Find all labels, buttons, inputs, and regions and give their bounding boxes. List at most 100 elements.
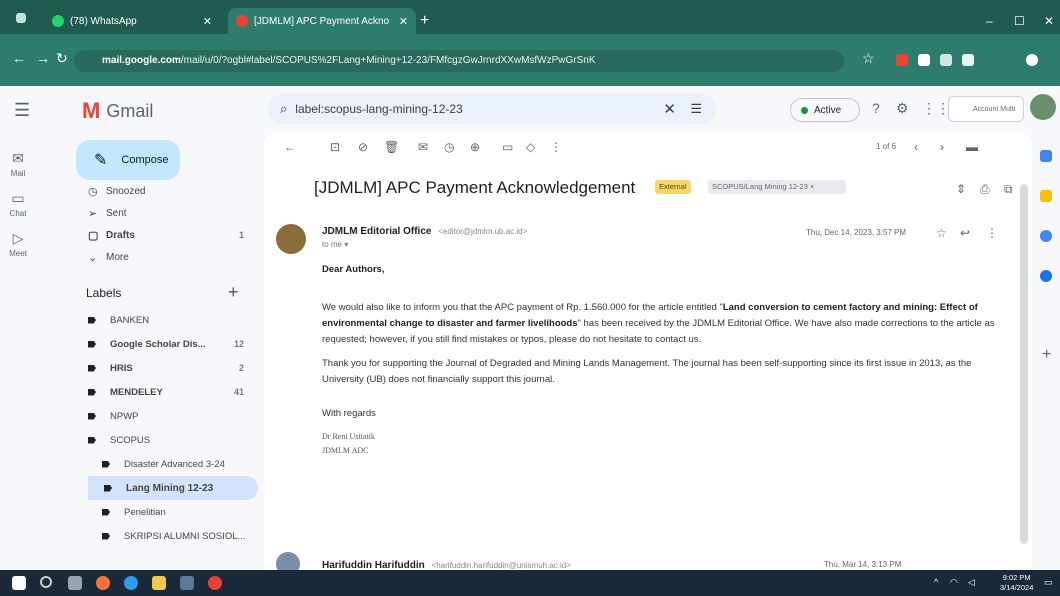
keyboard-icon[interactable]: ▬ [966, 140, 978, 154]
url-path: /mail/u/0/?ogbl#label/SCOPUS%2FLang+Mini… [180, 55, 596, 66]
close-tab-icon[interactable]: ✕ [399, 15, 408, 28]
mark-unread-icon[interactable]: ✉ [418, 140, 428, 154]
compose-button[interactable]: ✎ Compose [76, 140, 180, 180]
keep-icon[interactable] [1040, 190, 1052, 202]
forward-icon[interactable]: → [36, 50, 50, 66]
close-window-button[interactable]: ✕ [1044, 14, 1054, 28]
search-icon[interactable] [40, 576, 52, 588]
extension-icon[interactable] [896, 54, 908, 66]
gear-icon[interactable]: ⚙ [896, 100, 909, 117]
tab-search-icon[interactable] [16, 13, 26, 23]
reload-icon[interactable]: ↻ [56, 50, 68, 67]
label-item-selected[interactable]: Lang Mining 12-23 [88, 476, 258, 500]
wifi-icon[interactable]: ◠ [950, 577, 958, 588]
extension-icon[interactable] [962, 54, 974, 66]
recipient-toggle[interactable]: to me ▾ [322, 240, 348, 249]
snooze-icon[interactable]: ◷ [444, 140, 454, 154]
new-tab-button[interactable]: + [420, 12, 429, 30]
delete-icon[interactable]: 🗑 [384, 140, 399, 154]
volume-icon[interactable]: ◁ [968, 577, 975, 588]
edge-icon[interactable] [124, 576, 138, 590]
older-icon[interactable]: › [940, 140, 944, 154]
new-window-icon[interactable]: ⧉ [1004, 182, 1013, 197]
folder-drafts[interactable]: ▢ Drafts 1 [72, 224, 262, 246]
archive-icon[interactable]: ⊡ [330, 140, 340, 154]
label-as-icon[interactable]: ◇ [526, 140, 535, 154]
more-icon[interactable]: ⋮ [986, 226, 998, 240]
address-bar[interactable]: mail.google.com/mail/u/0/?ogbl#label/SCO… [74, 50, 844, 72]
sender-email: <editor@jdmlm.ub.ac.id> [438, 227, 528, 236]
apps-grid-icon[interactable]: ⋮⋮ [922, 100, 950, 117]
report-spam-icon[interactable]: ⊘ [358, 140, 368, 154]
back-icon[interactable]: ← [12, 50, 26, 66]
message-toolbar: ← ⊡ ⊘ 🗑 ✉ ◷ ⊕ ▭ ◇ ⋮ 1 of 6 ‹ › ▬ [264, 132, 1032, 162]
close-tab-icon[interactable]: ✕ [203, 15, 212, 28]
label-item[interactable]: Disaster Advanced 3-24 [72, 452, 262, 476]
newer-icon[interactable]: ‹ [914, 140, 918, 154]
main-menu-icon[interactable]: ☰ [14, 100, 30, 121]
sender-name[interactable]: Harifuddin Harifuddin <harifuddin.harifu… [322, 560, 571, 570]
label-item[interactable]: BANKEN [72, 308, 262, 332]
folder-more[interactable]: ⌄ More [72, 246, 262, 268]
gmail-logo[interactable]: M Gmail [82, 98, 153, 124]
search-bar[interactable]: ⌕ label:scopus-lang-mining-12-23 ✕ ☰ [268, 94, 716, 124]
expand-all-icon[interactable]: ⇕ [956, 182, 966, 196]
print-icon[interactable]: ⎙ [980, 182, 990, 197]
task-view-icon[interactable] [68, 576, 82, 590]
tray-arrow-icon[interactable]: ^ [934, 577, 938, 587]
get-addons-icon[interactable]: + [1042, 346, 1051, 364]
label-item[interactable]: NPWP [72, 404, 262, 428]
rail-chat[interactable]: ▭ Chat [0, 190, 36, 218]
add-task-icon[interactable]: ⊕ [470, 140, 480, 154]
clock[interactable]: 9:02 PM 3/14/2024 [1000, 573, 1033, 593]
file-explorer-icon[interactable] [152, 576, 166, 590]
maximize-button[interactable]: ☐ [1014, 14, 1025, 28]
send-icon: ➢ [88, 207, 98, 220]
sender-avatar[interactable] [276, 552, 300, 570]
tab-gmail[interactable]: [JDMLM] APC Payment Ackno ✕ [228, 8, 416, 34]
help-icon[interactable]: ? [872, 100, 880, 116]
extension-icon[interactable] [940, 54, 952, 66]
profile-icon[interactable] [1026, 54, 1038, 66]
notifications-icon[interactable]: ▭ [1044, 577, 1053, 588]
label-item[interactable]: SCOPUS [72, 428, 262, 452]
star-icon[interactable]: ☆ [936, 226, 947, 240]
sender-avatar[interactable] [276, 224, 306, 254]
status-button[interactable]: Active [790, 98, 860, 122]
reply-icon[interactable]: ↩ [960, 226, 970, 240]
minimize-button[interactable]: – [986, 14, 993, 28]
back-to-list-icon[interactable]: ← [284, 140, 296, 154]
search-input[interactable]: label:scopus-lang-mining-12-23 [295, 102, 462, 116]
windows-start-icon[interactable] [12, 576, 26, 590]
tab-whatsapp[interactable]: (78) WhatsApp ✕ [44, 8, 220, 34]
rail-mail[interactable]: ✉ Mail [0, 150, 36, 178]
label-chip[interactable]: SCOPUS/Lang Mining 12-23 × [708, 180, 846, 194]
email-subject: [JDMLM] APC Payment Acknowledgement [314, 178, 636, 197]
external-badge: External [655, 180, 691, 194]
account-switcher[interactable]: Account Multi [948, 96, 1024, 122]
clear-search-icon[interactable]: ✕ [663, 100, 676, 118]
folder-sent[interactable]: ➢ Sent [72, 202, 262, 224]
move-to-icon[interactable]: ▭ [502, 140, 513, 154]
app-icon[interactable] [180, 576, 194, 590]
label-item[interactable]: MENDELEY 41 [72, 380, 262, 404]
search-icon[interactable]: ⌕ [280, 101, 287, 117]
rail-meet[interactable]: ▷ Meet [0, 230, 36, 258]
label-item[interactable]: SKRIPSI ALUMNI SOSIOL... [72, 524, 262, 548]
filter-icon[interactable]: ☰ [690, 101, 702, 117]
chrome-icon[interactable] [208, 576, 222, 590]
contacts-icon[interactable] [1040, 270, 1052, 282]
folder-snoozed[interactable]: ◷ Snoozed [72, 180, 262, 202]
avatar[interactable] [1030, 94, 1056, 120]
label-item[interactable]: Penelitian [72, 500, 262, 524]
extension-icon[interactable] [918, 54, 930, 66]
create-label-button[interactable]: + [228, 282, 239, 303]
label-item[interactable]: Google Scholar Dis... 12 [72, 332, 262, 356]
bookmark-star-icon[interactable]: ☆ [862, 50, 875, 67]
tasks-icon[interactable] [1040, 230, 1052, 242]
more-options-icon[interactable]: ⋮ [550, 140, 562, 154]
scrollbar[interactable] [1020, 184, 1028, 544]
label-item[interactable]: HRIS 2 [72, 356, 262, 380]
calendar-icon[interactable] [1040, 150, 1052, 162]
firefox-icon[interactable] [96, 576, 110, 590]
